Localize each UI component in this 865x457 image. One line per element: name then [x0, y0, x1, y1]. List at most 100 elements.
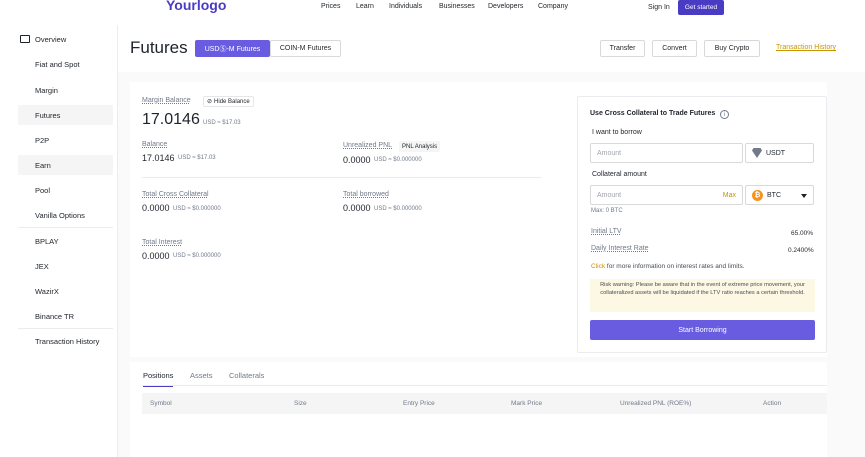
usdt-icon	[752, 148, 762, 158]
column-header-entry-price: Entry Price	[403, 400, 435, 407]
nav-link-individuals[interactable]: Individuals	[389, 3, 422, 10]
sidebar-item-label: Transaction History	[35, 336, 100, 346]
total-interest-usd: USD ≈ $0.000000	[173, 253, 221, 259]
sidebar-item-fiat-and-spot[interactable]: Fiat and Spot	[18, 54, 113, 74]
column-header-unrealized-pnl: Unrealized PNL (ROE%)	[620, 400, 692, 407]
sidebar-item-label: Earn	[35, 160, 51, 170]
margin-balance-label: Margin Balance	[142, 97, 191, 104]
page-title: Futures	[130, 38, 188, 57]
sidebar-divider	[18, 227, 113, 228]
sidebar-item-label: JEX	[35, 261, 49, 271]
nav-link-prices[interactable]: Prices	[321, 3, 340, 10]
convert-button[interactable]: Convert	[652, 40, 697, 57]
borrow-coin-select[interactable]: USDT	[745, 143, 814, 163]
column-header-mark-price: Mark Price	[511, 400, 543, 407]
unrealized-pnl-label: Unrealized PNL	[343, 142, 393, 149]
total-borrowed-label: Total borrowed	[343, 191, 389, 198]
sidebar-item-label: Futures	[35, 110, 61, 120]
column-header-symbol: Symbol	[150, 400, 172, 407]
eye-off-icon: ⊘	[207, 99, 213, 105]
total-borrowed-usd: USD ≈ $0.000000	[374, 206, 422, 212]
tab-assets[interactable]: Assets	[190, 371, 213, 380]
sidebar-divider	[18, 328, 113, 329]
logo[interactable]: Yourlogo	[166, 0, 226, 13]
borrow-coin-label: USDT	[766, 149, 786, 157]
tab-usd-m-futures[interactable]: USDⓈ-M Futures	[195, 40, 270, 57]
sidebar-item-label: Vanilla Options	[35, 210, 85, 220]
transaction-history-link[interactable]: Transaction History	[776, 44, 836, 51]
sidebar-item-label: Binance TR	[35, 311, 75, 321]
hide-balance-button[interactable]: ⊘ Hide Balance	[203, 96, 254, 107]
margin-balance-usd: USD ≈ $17.03	[203, 120, 241, 126]
sidebar-item-vanilla-options[interactable]: Vanilla Options	[18, 205, 113, 225]
nav-link-businesses[interactable]: Businesses	[439, 3, 475, 10]
sign-in-link[interactable]: Sign In	[648, 4, 670, 11]
collateral-coin-label: BTC	[767, 191, 781, 199]
sidebar-item-margin[interactable]: Margin	[18, 80, 113, 100]
daily-interest-rate-label: Daily Interest Rate	[591, 245, 649, 252]
nav-link-learn[interactable]: Learn	[356, 3, 374, 10]
margin-balance-value: 17.0146	[142, 111, 200, 128]
want-to-borrow-label: I want to borrow	[592, 129, 642, 136]
total-cross-collateral-value: 0.0000	[142, 203, 170, 213]
info-icon[interactable]: i	[720, 110, 729, 119]
balance-value: 17.0146	[142, 153, 175, 163]
top-navbar: Yourlogo Prices Learn Individuals Busine…	[0, 0, 865, 18]
start-borrowing-button[interactable]: Start Borrowing	[590, 320, 815, 340]
total-interest-label: Total Interest	[142, 239, 183, 246]
get-started-button[interactable]: Get started	[678, 0, 724, 15]
positions-table-header	[142, 393, 827, 414]
sidebar-item-binance-tr[interactable]: Binance TR	[18, 306, 113, 326]
sidebar-item-jex[interactable]: JEX	[18, 256, 113, 276]
hide-balance-label: Hide Balance	[214, 98, 250, 105]
interest-info-rest: for more information on interest rates a…	[605, 263, 745, 270]
unrealized-pnl-usd: USD ≈ $0.000000	[374, 157, 422, 163]
collateral-amount-label: Collateral amount	[592, 171, 647, 178]
nav-link-developers[interactable]: Developers	[488, 3, 523, 10]
sidebar-item-label: P2P	[35, 135, 50, 145]
sidebar-item-pool[interactable]: Pool	[18, 180, 113, 200]
sidebar-item-bplay[interactable]: BPLAY	[18, 231, 113, 251]
sidebar-item-transaction-history[interactable]: Transaction History	[18, 331, 113, 351]
collateral-amount-input[interactable]: Amount Max	[590, 185, 743, 205]
column-header-size: Size	[294, 400, 307, 407]
buy-crypto-button[interactable]: Buy Crypto	[704, 40, 760, 57]
sidebar-item-earn[interactable]: Earn	[18, 155, 113, 175]
pnl-analysis-button[interactable]: PNL Analysis	[399, 141, 441, 152]
sidebar-item-label: BPLAY	[35, 236, 59, 246]
click-link[interactable]: Click	[591, 263, 605, 270]
tab-coin-m-futures[interactable]: COIN-M Futures	[270, 40, 341, 57]
balance-usd: USD ≈ $17.03	[178, 155, 216, 161]
sidebar-item-label: Overview	[35, 34, 67, 44]
nav-link-company[interactable]: Company	[538, 3, 568, 10]
total-interest-value: 0.0000	[142, 251, 170, 261]
total-borrowed-value: 0.0000	[343, 203, 371, 213]
transfer-button[interactable]: Transfer	[600, 40, 645, 57]
sidebar-item-label: Pool	[35, 185, 51, 195]
sidebar-item-futures[interactable]: Futures	[18, 105, 113, 125]
sidebar-item-wazirx[interactable]: WazirX	[18, 281, 113, 301]
btc-icon: ₿	[752, 189, 763, 201]
sidebar-item-label: WazirX	[35, 286, 59, 296]
sidebar-item-overview[interactable]: Overview	[18, 29, 113, 49]
borrow-amount-input[interactable]: Amount	[590, 143, 743, 163]
interest-info-text: Click for more information on interest r…	[591, 263, 745, 270]
max-button[interactable]: Max	[723, 192, 736, 199]
sidebar: Overview Fiat and Spot Margin Futures P2…	[0, 25, 118, 457]
collateral-placeholder: Amount	[597, 191, 622, 199]
sidebar-item-p2p[interactable]: P2P	[18, 130, 113, 150]
sidebar-item-label: Fiat and Spot	[35, 59, 80, 69]
unrealized-pnl-value: 0.0000	[343, 155, 371, 165]
tabs-divider	[142, 385, 827, 386]
panel-title: Use Cross Collateral to Trade Futures	[590, 110, 716, 117]
tab-collaterals[interactable]: Collaterals	[229, 371, 264, 380]
daily-interest-rate-value: 0.2400%	[788, 247, 814, 254]
total-cross-collateral-label: Total Cross Collateral	[142, 191, 209, 198]
total-cross-collateral-usd: USD ≈ $0.000000	[173, 206, 221, 212]
initial-ltv-value: 65.00%	[791, 230, 814, 237]
divider	[142, 177, 542, 178]
risk-warning: Risk warning: Please be aware that in th…	[590, 279, 815, 312]
balance-label: Balance	[142, 141, 168, 148]
collateral-coin-select[interactable]: ₿ BTC	[745, 185, 814, 205]
initial-ltv-label: Initial LTV	[591, 228, 622, 235]
